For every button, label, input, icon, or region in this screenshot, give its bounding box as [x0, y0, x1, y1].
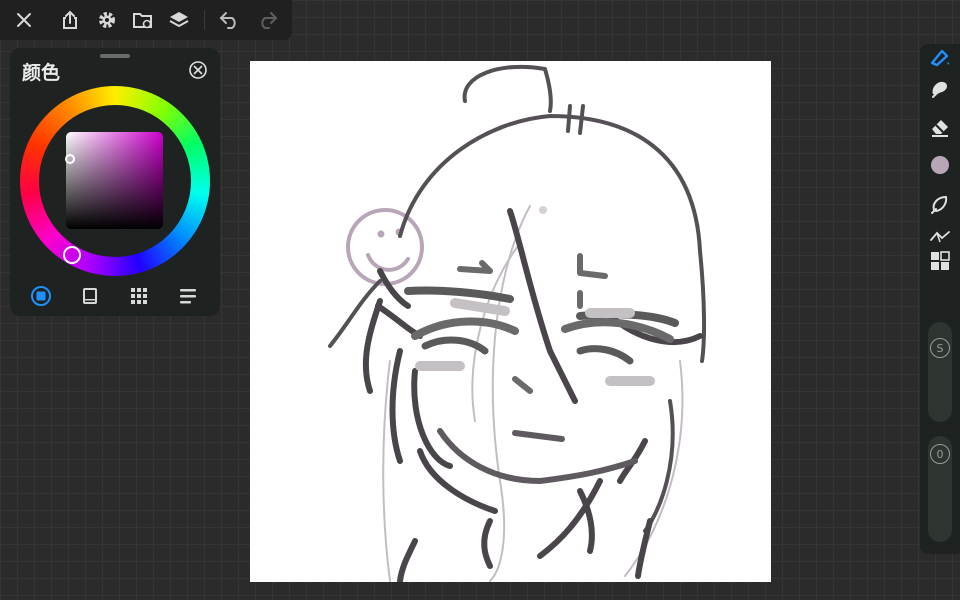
undo-icon[interactable]: [218, 8, 242, 32]
brush-size-knob[interactable]: S: [930, 338, 950, 358]
lasso-icon[interactable]: [927, 191, 953, 217]
brush-size-slider[interactable]: S: [928, 322, 952, 422]
color-panel: 颜色: [10, 48, 220, 316]
sliders-mode-tab[interactable]: [78, 284, 102, 308]
brush-opacity-knob[interactable]: 0: [930, 444, 950, 464]
palette-mode-tab[interactable]: [127, 284, 151, 308]
color-swatch[interactable]: [927, 152, 953, 178]
top-toolbar: [0, 0, 292, 40]
close-icon[interactable]: [12, 8, 36, 32]
wheel-mode-tab[interactable]: [29, 284, 53, 308]
toolbar-divider: [204, 10, 205, 30]
sketch-strokes: [328, 64, 707, 582]
brush-opacity-slider[interactable]: 0: [928, 436, 952, 542]
saturation-value-handle[interactable]: [65, 154, 75, 164]
layers-grid-icon[interactable]: [927, 248, 953, 274]
layers-icon[interactable]: [167, 8, 191, 32]
drawing-canvas[interactable]: [250, 61, 771, 582]
panel-drag-handle[interactable]: [100, 54, 130, 58]
history-mode-tab[interactable]: [176, 284, 200, 308]
saturation-value-square[interactable]: [66, 132, 163, 229]
right-toolbar: S 0: [920, 44, 960, 554]
share-icon[interactable]: [58, 8, 82, 32]
eraser-icon[interactable]: [927, 114, 953, 140]
brush-icon[interactable]: [927, 44, 953, 70]
redo-icon[interactable]: [255, 8, 279, 32]
ruler-icon[interactable]: [927, 224, 953, 250]
panel-title: 颜色: [22, 62, 61, 84]
folder-icon[interactable]: [131, 8, 155, 32]
settings-icon[interactable]: [95, 8, 119, 32]
hue-handle[interactable]: [63, 246, 81, 264]
smudge-icon[interactable]: [927, 76, 953, 102]
close-icon[interactable]: [188, 60, 208, 80]
